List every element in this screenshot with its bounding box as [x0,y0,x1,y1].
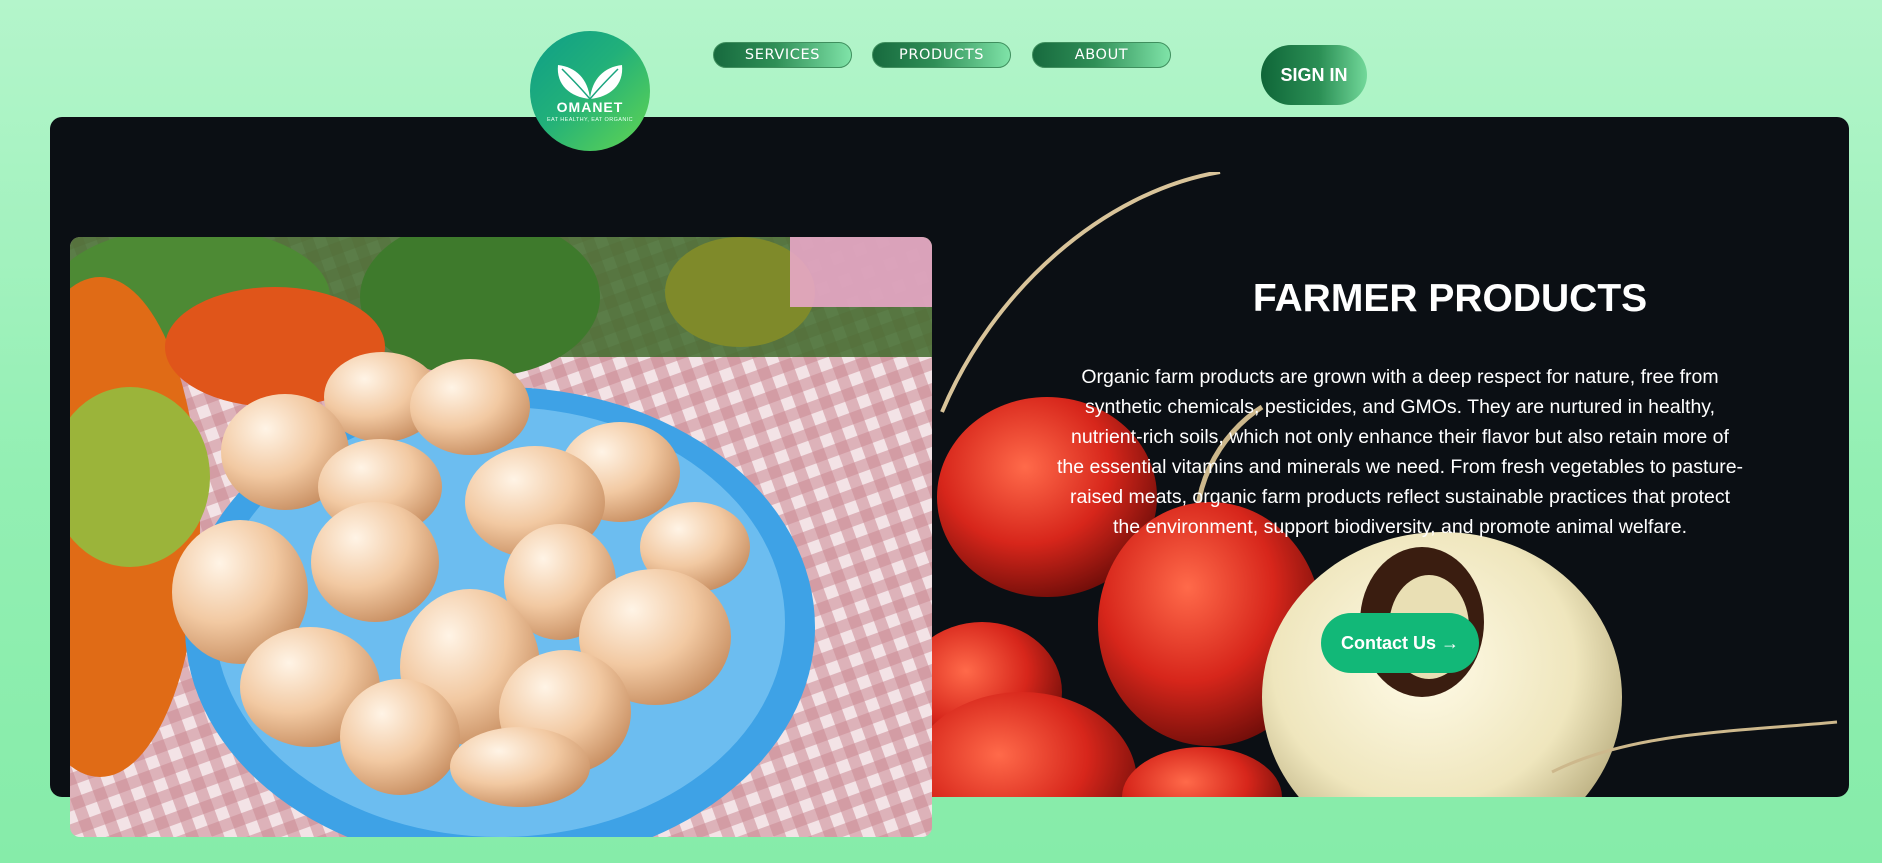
logo-name: OMANET [556,99,624,115]
eggs-basket-image [70,237,932,837]
omanet-logo[interactable]: OMANET EAT HEALTHY, EAT ORGANIC [530,31,650,151]
leaf-icon [557,65,623,100]
sign-in-button[interactable]: SIGN IN [1261,45,1367,105]
hero-description: Organic farm products are grown with a d… [1056,366,1744,538]
logo-tagline: EAT HEALTHY, EAT ORGANIC [546,117,633,123]
hero-title: FARMER PRODUCTS [1252,277,1648,320]
nav-services-link[interactable]: SERVICES [713,42,852,68]
contact-us-button[interactable]: Contact Us → [1321,613,1479,673]
nav-about-link[interactable]: ABOUT [1032,42,1171,68]
nav-products-link[interactable]: PRODUCTS [872,42,1011,68]
